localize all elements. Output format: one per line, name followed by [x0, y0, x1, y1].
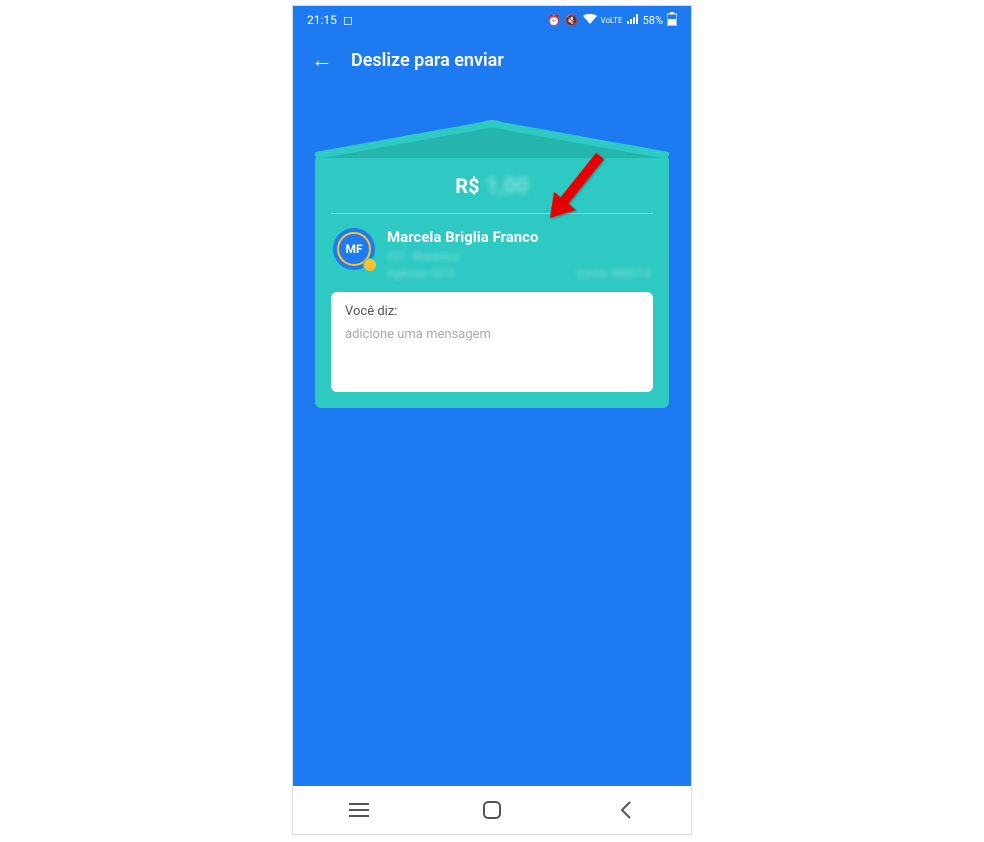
amount-row: R$ 1,00 [331, 174, 653, 214]
notification-icon: ◻ [343, 13, 353, 27]
recipient-row: MF Marcela Briglia Franco 237 · Bradesco… [331, 214, 653, 292]
back-button[interactable] [611, 796, 639, 824]
battery-icon [667, 12, 677, 29]
alarm-icon: ⏰ [547, 14, 561, 27]
mute-icon: 🔇 [565, 14, 579, 27]
page-title: Deslize para enviar [351, 50, 504, 71]
home-button[interactable] [478, 796, 506, 824]
phone-frame: 21:15 ◻ ⏰ 🔇 VoLTE 58% ← Deslize para env… [292, 5, 692, 835]
amount-value: 1,00 [486, 174, 529, 199]
lte-label: VoLTE [601, 16, 623, 25]
app-body: R$ 1,00 MF Marcela Briglia Franco 237 · … [293, 86, 691, 786]
recipient-account: Conta: 00037-3 [576, 266, 651, 283]
transfer-card[interactable]: R$ 1,00 MF Marcela Briglia Franco 237 · … [315, 154, 669, 408]
recents-button[interactable] [345, 796, 373, 824]
currency-label: R$ [455, 174, 479, 198]
message-placeholder: adicione uma mensagem [345, 327, 639, 342]
recipient-bank: 237 · Bradesco [387, 249, 651, 266]
avatar: MF [333, 228, 375, 270]
message-label: Você diz: [345, 304, 639, 319]
wifi-icon [583, 14, 597, 27]
battery-percentage: 58% [643, 14, 663, 27]
recipient-agency: Agência 1073 [387, 266, 454, 283]
signal-icon [627, 14, 639, 27]
status-bar: 21:15 ◻ ⏰ 🔇 VoLTE 58% [293, 6, 691, 34]
back-arrow-icon[interactable]: ← [311, 47, 333, 73]
message-input[interactable]: Você diz: adicione uma mensagem [331, 292, 653, 392]
app-header: ← Deslize para enviar [293, 34, 691, 86]
android-nav-bar [293, 786, 691, 834]
avatar-badge-icon [363, 258, 377, 272]
status-time: 21:15 [307, 13, 337, 27]
recipient-name: Marcela Briglia Franco [387, 228, 651, 246]
envelope-flap-decoration [315, 116, 669, 158]
